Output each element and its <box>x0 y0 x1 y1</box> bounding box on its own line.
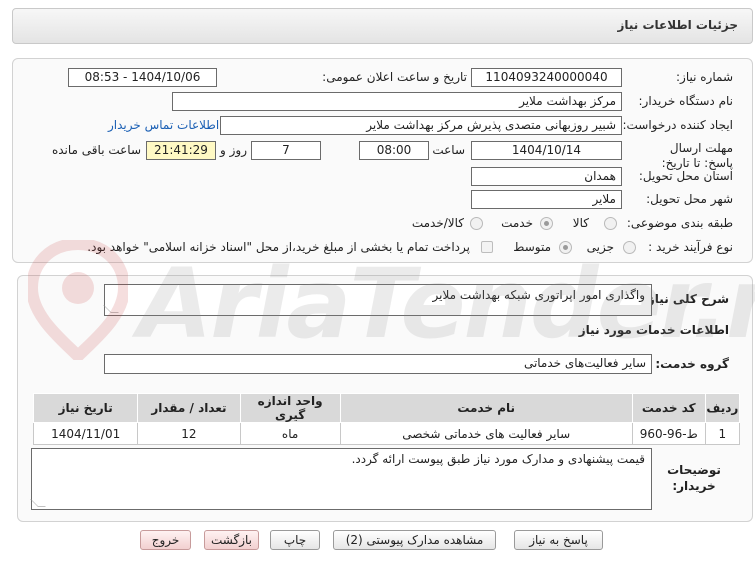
col-unit: واحد اندازه گیری <box>239 393 341 423</box>
cell-name: سایر فعالیت های خدماتی شخصی <box>339 422 633 445</box>
announce-field: 1404/10/06 - 08:53 <box>68 68 217 87</box>
city-label: شهر محل تحویل: <box>646 192 733 206</box>
attachments-button[interactable]: مشاهده مدارک پیوستی (2) <box>333 530 496 550</box>
table-row: 1 ط-96-960 سایر فعالیت های خدماتی شخصی م… <box>32 422 741 445</box>
buyer-org-label: نام دستگاه خریدار: <box>638 94 734 108</box>
deadline-time-field: 08:00 <box>359 141 429 160</box>
buyer-notes-textarea: قیمت پیشنهادی و مدارک مورد نیاز طبق پیوس… <box>30 448 652 510</box>
cell-index: 1 <box>704 422 741 445</box>
remaining-label: ساعت باقی مانده <box>51 143 141 157</box>
service-group-field: سایر فعالیت‌های خدماتی <box>104 354 652 374</box>
process-minor-radio[interactable] <box>623 241 636 254</box>
province-field: همدان <box>471 167 622 186</box>
announce-label: تاریخ و ساعت اعلان عمومی: <box>322 70 467 84</box>
col-name: نام خدمت <box>339 393 633 423</box>
table-header-row: ردیف کد خدمت نام خدمت واحد اندازه گیری ت… <box>32 393 741 423</box>
category-goods-radio[interactable] <box>604 217 617 230</box>
cell-unit: ماه <box>239 422 341 445</box>
province-label: استان محل تحویل: <box>638 169 733 183</box>
days-label: روز و <box>220 143 247 157</box>
process-label: نوع فرآیند خرید : <box>648 240 733 254</box>
process-medium-label: متوسط <box>513 240 551 254</box>
cell-code: ط-96-960 <box>631 422 706 445</box>
col-index: ردیف <box>704 393 741 423</box>
deadline-date-field: 1404/10/14 <box>471 141 622 160</box>
creator-label: ایجاد کننده درخواست: <box>622 118 733 132</box>
services-section-title: اطلاعات خدمات مورد نیاز <box>578 323 729 337</box>
buyer-notes-text: قیمت پیشنهادی و مدارک مورد نیاز طبق پیوس… <box>351 452 645 466</box>
services-table: ردیف کد خدمت نام خدمت واحد اندازه گیری ت… <box>32 393 741 445</box>
time-label: ساعت <box>432 143 465 157</box>
category-goods-label: کالا <box>572 216 589 230</box>
need-number-label: شماره نیاز: <box>676 70 733 84</box>
page-title: جزئیات اطلاعات نیاز <box>617 18 738 32</box>
category-label: طبقه بندی موضوعی: <box>626 216 733 230</box>
process-minor-label: جزیی <box>586 240 614 254</box>
cell-date: 1404/11/01 <box>32 422 139 445</box>
cell-qty: 12 <box>137 422 241 445</box>
category-both-radio[interactable] <box>470 217 483 230</box>
need-number-field: 1104093240000040 <box>471 68 622 87</box>
col-date: تاریخ نیاز <box>32 393 139 423</box>
buyer-org-field: مرکز بهداشت ملایر <box>172 92 622 111</box>
creator-field: شبیر روزبهانی متصدی پذیرش مرکز بهداشت مل… <box>220 116 622 135</box>
city-field: ملایر <box>471 190 622 209</box>
summary-label: شرح کلی نیاز: <box>643 292 729 306</box>
category-service-label: خدمت <box>501 216 533 230</box>
summary-text: واگذاری امور اپراتوری شبکه بهداشت ملایر <box>432 288 645 302</box>
resize-handle[interactable] <box>103 305 119 313</box>
deadline-label: مهلت ارسال پاسخ: تا تاریخ: <box>661 141 733 170</box>
service-group-label: گروه خدمت: <box>655 357 729 371</box>
col-code: کد خدمت <box>631 393 706 423</box>
days-field: 7 <box>251 141 321 160</box>
reply-button[interactable]: پاسخ به نیاز <box>514 530 603 550</box>
category-both-label: کالا/خدمت <box>411 216 464 230</box>
process-medium-radio[interactable] <box>559 241 572 254</box>
contact-link[interactable]: اطلاعات تماس خریدار <box>108 118 219 132</box>
title-bar: جزئیات اطلاعات نیاز <box>12 8 753 44</box>
resize-handle[interactable] <box>30 499 46 507</box>
buyer-notes-label: توضیحات خریدار: <box>667 463 721 493</box>
col-qty: تعداد / مقدار <box>137 393 241 423</box>
exit-button[interactable]: خروج <box>140 530 191 550</box>
summary-textarea: واگذاری امور اپراتوری شبکه بهداشت ملایر <box>103 284 652 316</box>
payment-checkbox[interactable] <box>481 241 493 253</box>
print-button[interactable]: چاپ <box>270 530 320 550</box>
back-button[interactable]: بازگشت <box>204 530 259 550</box>
payment-note: پرداخت تمام یا بخشی از مبلغ خرید،از محل … <box>87 240 470 254</box>
remaining-time-field: 21:41:29 <box>146 141 216 160</box>
category-service-radio[interactable] <box>540 217 553 230</box>
